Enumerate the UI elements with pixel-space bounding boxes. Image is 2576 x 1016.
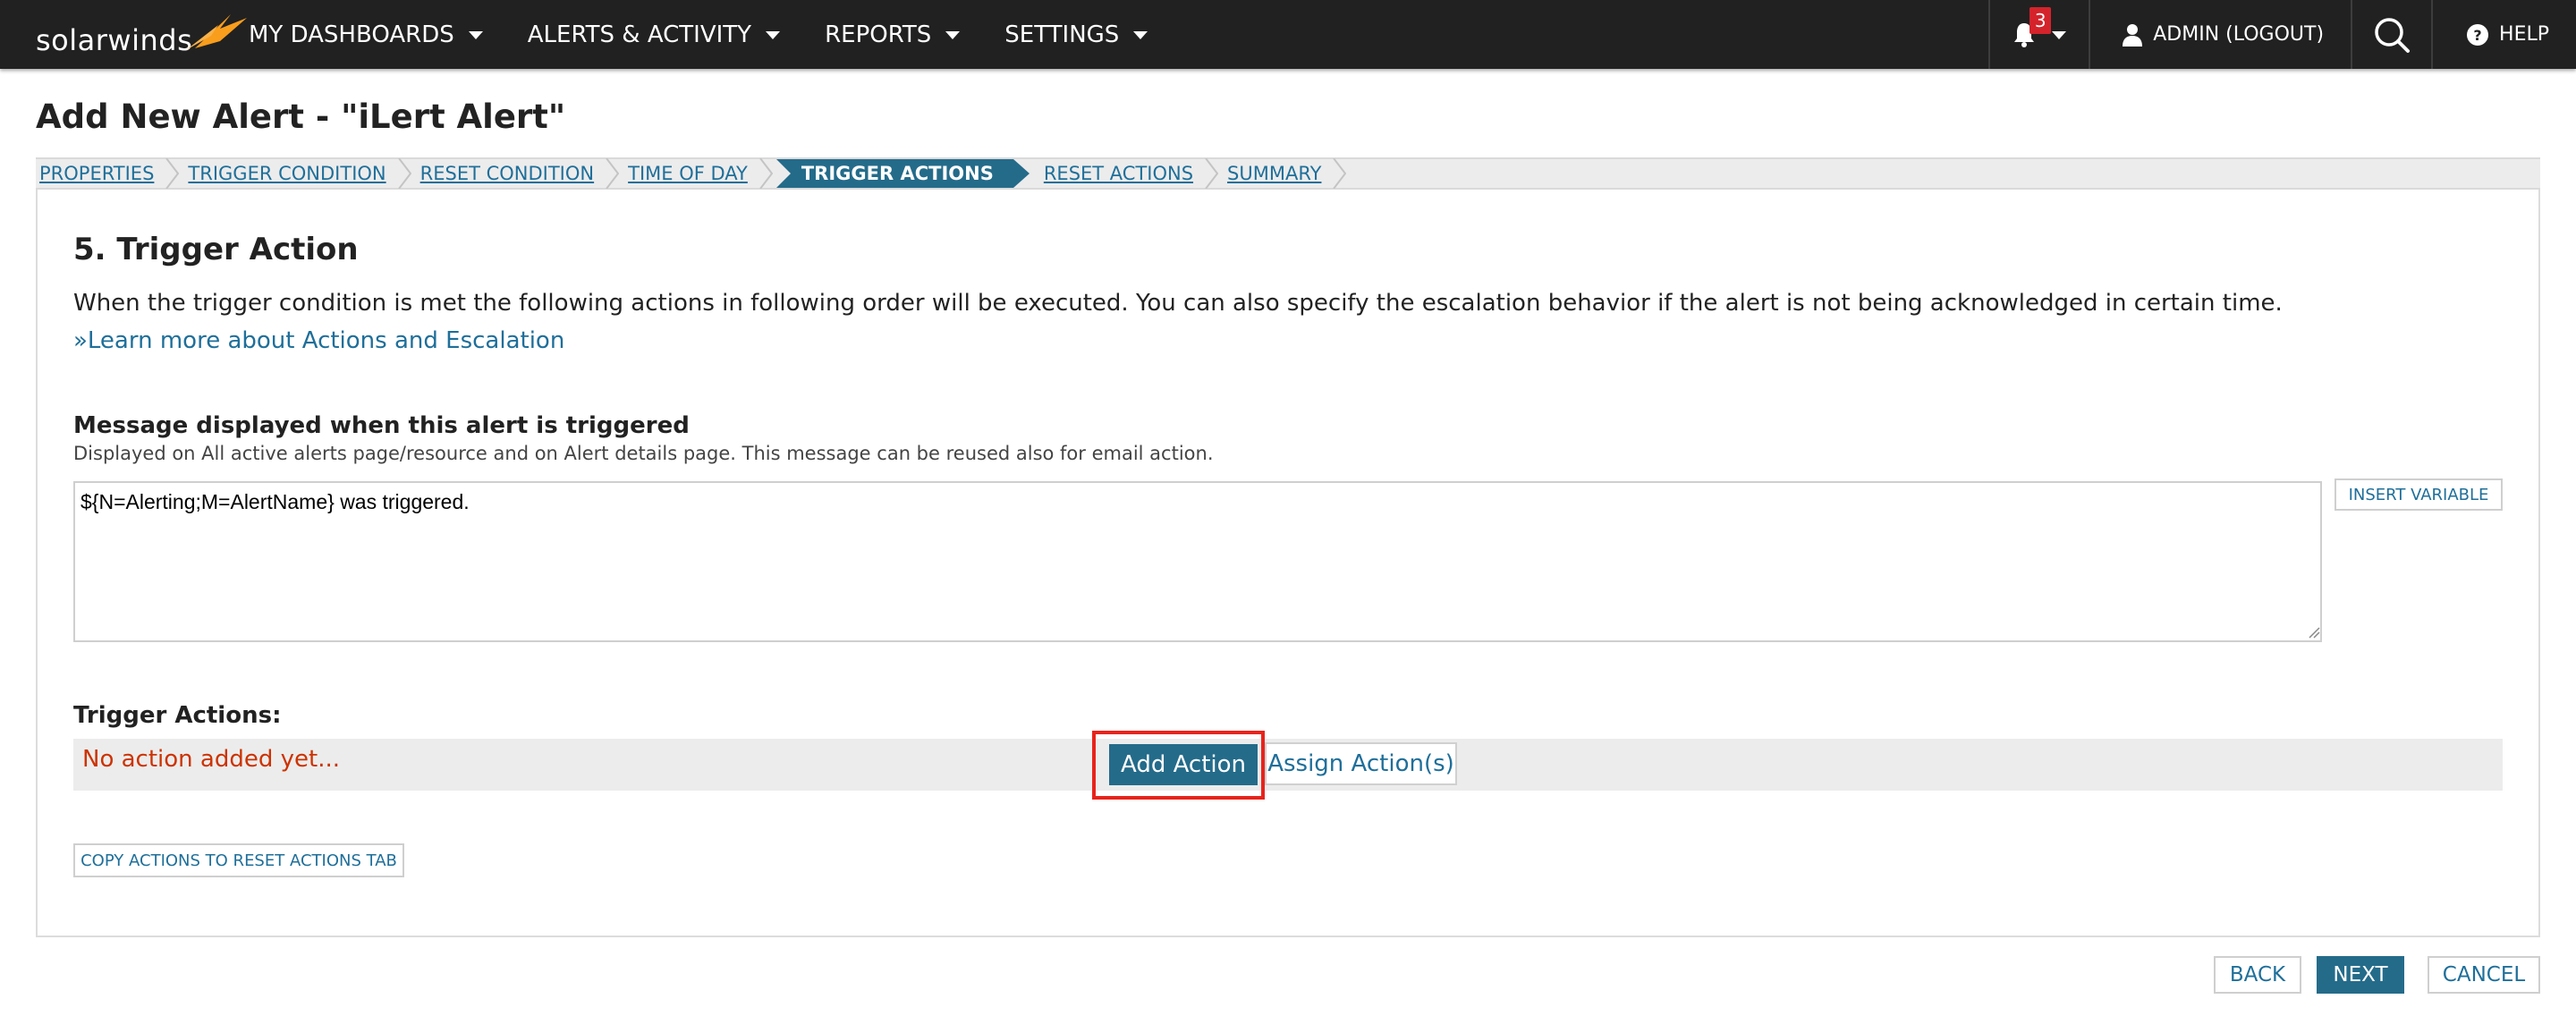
help-label: HELP [2499,23,2549,46]
cancel-button[interactable]: CANCEL [2428,956,2540,994]
chevron-down-icon [1133,31,1148,39]
step-separator-icon [165,158,180,189]
user-icon [2123,23,2143,47]
section-title: 5. Trigger Action [73,232,359,267]
step-properties-label: PROPERTIES [39,163,155,184]
chevron-down-icon [766,31,781,39]
step-reset-condition[interactable]: RESET CONDITION [417,158,620,189]
search-button[interactable] [2352,0,2431,69]
notification-count-badge: 3 [2029,7,2052,34]
nav-settings[interactable]: SETTINGS [1004,21,1148,48]
alert-message-textarea[interactable]: ${N=Alerting;M=AlertName} was triggered. [73,481,2322,642]
message-label: Message displayed when this alert is tri… [73,412,690,439]
section-intro: When the trigger condition is met the fo… [73,290,2283,317]
step-reset-condition-label: RESET CONDITION [419,163,595,184]
user-label: ADMIN (LOGOUT) [2153,23,2325,46]
logo-mark-icon [186,14,247,50]
step-properties[interactable]: PROPERTIES [36,158,180,189]
nav-my-dashboards-label: MY DASHBOARDS [249,21,454,48]
chevron-down-icon [2052,31,2067,39]
copy-actions-button[interactable]: COPY ACTIONS TO RESET ACTIONS TAB [73,843,404,877]
nav-reports[interactable]: REPORTS [825,21,961,48]
page-title: Add New Alert - "iLert Alert" [36,97,566,136]
nav-alerts-activity[interactable]: ALERTS & ACTIVITY [527,21,781,48]
resize-handle-icon[interactable] [2308,626,2320,639]
svg-text:?: ? [2473,27,2481,44]
nav-alerts-activity-label: ALERTS & ACTIVITY [527,21,752,48]
step-trigger-condition-label: TRIGGER CONDITION [188,163,386,184]
add-action-button[interactable]: Add Action [1109,744,1258,785]
trigger-actions-label: Trigger Actions: [73,702,282,729]
step-time-of-day-label: TIME OF DAY [628,163,748,184]
step-reset-actions[interactable]: RESET ACTIONS [1040,158,1219,189]
chevron-down-icon [945,31,961,39]
step-summary[interactable]: SUMMARY [1224,158,1347,189]
top-navigation-bar: solarwinds MY DASHBOARDS ALERTS & ACTIVI… [0,0,2576,69]
step-reset-actions-label: RESET ACTIONS [1043,163,1194,184]
nav-right-group: 3 ADMIN (LOGOUT) ? HELP [1988,0,2576,69]
step-separator-icon [1205,158,1219,189]
no-action-message: No action added yet... [82,746,340,773]
back-button[interactable]: BACK [2214,956,2301,994]
main-menu: MY DASHBOARDS ALERTS & ACTIVITY REPORTS … [249,0,1192,69]
search-icon [2375,17,2411,53]
nav-my-dashboards[interactable]: MY DASHBOARDS [249,21,483,48]
help-link[interactable]: ? HELP [2433,0,2576,69]
step-separator-icon [759,158,773,189]
assign-actions-button[interactable]: Assign Action(s) [1265,742,1457,785]
nav-reports-label: REPORTS [825,21,932,48]
chevron-down-icon [468,31,483,39]
notifications-button[interactable]: 3 [1990,0,2089,69]
step-trigger-actions[interactable]: TRIGGER ACTIONS [775,159,1030,188]
step-trigger-actions-label: TRIGGER ACTIONS [801,163,994,184]
step-summary-label: SUMMARY [1227,163,1322,184]
step-separator-icon [397,158,411,189]
insert-variable-button[interactable]: INSERT VARIABLE [2334,478,2503,511]
step-separator-icon [1333,158,1347,189]
step-separator-icon [606,158,620,189]
help-icon: ? [2467,23,2489,46]
step-time-of-day[interactable]: TIME OF DAY [624,158,773,189]
message-help-text: Displayed on All active alerts page/reso… [73,443,1214,464]
next-button[interactable]: NEXT [2317,956,2404,994]
nav-settings-label: SETTINGS [1004,21,1120,48]
user-logout-link[interactable]: ADMIN (LOGOUT) [2090,0,2351,69]
learn-more-link[interactable]: »Learn more about Actions and Escalation [73,327,564,354]
step-trigger-condition[interactable]: TRIGGER CONDITION [184,158,411,189]
solarwinds-logo[interactable]: solarwinds [36,13,247,57]
wizard-steps: PROPERTIES TRIGGER CONDITION RESET CONDI… [36,157,2540,190]
